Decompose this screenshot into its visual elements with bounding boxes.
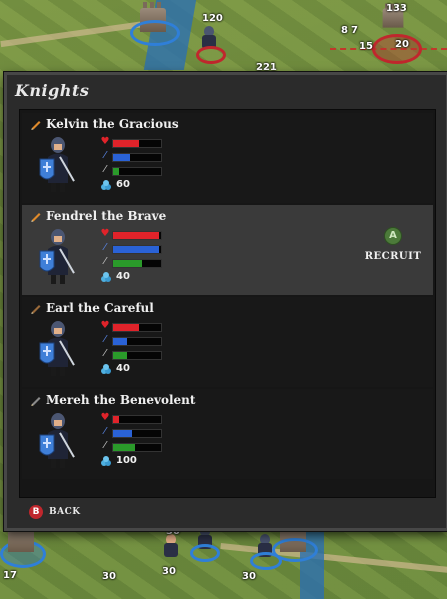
health-bar [112,323,162,332]
castle-icon[interactable] [8,522,34,552]
b-button-icon: B [29,505,43,519]
heart-icon: ♥ [100,412,110,423]
map-number: 30 [102,571,116,582]
knight-name: Mereh the Benevolent [46,393,196,407]
coin-pile-icon [101,180,111,190]
knight-row-4[interactable]: Mereh the Benevolent ♥ ⁄ ⁄ 100 [22,389,433,479]
heart-icon: ♥ [100,320,110,331]
knight-portrait-icon [39,229,75,284]
wand-icon: ⁄ [104,242,106,253]
heart-icon: ♥ [100,136,110,147]
attack-bar [112,351,162,360]
health-bar [112,415,162,424]
pencil-icon[interactable] [30,394,42,406]
cost-value: 60 [116,179,130,190]
knights-list: Kelvin the Gracious ♥ ⁄ ⁄ 60 Fendrel the… [19,109,436,498]
knight-name: Earl the Careful [46,301,154,315]
map-number: 120 [202,13,223,24]
unit-ring [190,544,220,562]
a-button-icon: A [384,227,402,245]
sword-icon: ⁄ [104,256,106,267]
sword-icon: ⁄ [104,440,106,451]
cost-value: 40 [116,271,130,282]
wand-icon: ⁄ [104,334,106,345]
coin-pile-icon [101,272,111,282]
sword-icon: ⁄ [104,348,106,359]
map-number: 133 [386,3,407,14]
knight-portrait-icon [39,137,75,192]
knight-name: Kelvin the Gracious [46,117,179,131]
attack-bar [112,259,162,268]
map-number: 30 [162,566,176,577]
territory-ring [130,20,180,46]
heart-icon: ♥ [100,228,110,239]
knights-panel: Knights Kelvin the Gracious ♥ ⁄ ⁄ 60 Fen… [4,72,447,531]
attack-bar [112,443,162,452]
pencil-icon[interactable] [30,118,42,130]
unit-ring [196,46,226,64]
map-number: 8 [341,25,348,36]
coin-pile-icon [101,456,111,466]
map-number: 17 [3,570,17,581]
cost-value: 100 [116,455,137,466]
map-number: 30 [242,571,256,582]
pencil-icon[interactable] [30,210,42,222]
mana-bar [112,153,162,162]
knight-row-2[interactable]: Fendrel the Brave ♥ ⁄ ⁄ 40 A RECRUIT [22,205,433,295]
mana-bar [112,429,162,438]
sword-icon: ⁄ [104,164,106,175]
recruit-button[interactable]: A RECRUIT [363,227,423,267]
health-bar [112,139,162,148]
map-number: 20 [395,39,409,50]
pencil-icon[interactable] [30,302,42,314]
back-label: BACK [49,507,81,517]
recruit-label: RECRUIT [364,251,422,262]
attack-bar [112,167,162,176]
knight-portrait-icon [39,321,75,376]
map-number: 7 [351,25,358,36]
knight-row-3[interactable]: Earl the Careful ♥ ⁄ ⁄ 40 [22,297,433,387]
mana-bar [112,337,162,346]
map-number: 15 [359,41,373,52]
knight-name: Fendrel the Brave [46,209,167,223]
wand-icon: ⁄ [104,150,106,161]
territory-ring [272,538,318,562]
wand-icon: ⁄ [104,426,106,437]
cost-value: 40 [116,363,130,374]
panel-title: Knights [15,81,90,100]
knight-unit-icon[interactable] [162,534,180,558]
coin-pile-icon [101,364,111,374]
knight-portrait-icon [39,413,75,468]
knight-row-1[interactable]: Kelvin the Gracious ♥ ⁄ ⁄ 60 [22,113,433,203]
health-bar [112,231,162,240]
mana-bar [112,245,162,254]
